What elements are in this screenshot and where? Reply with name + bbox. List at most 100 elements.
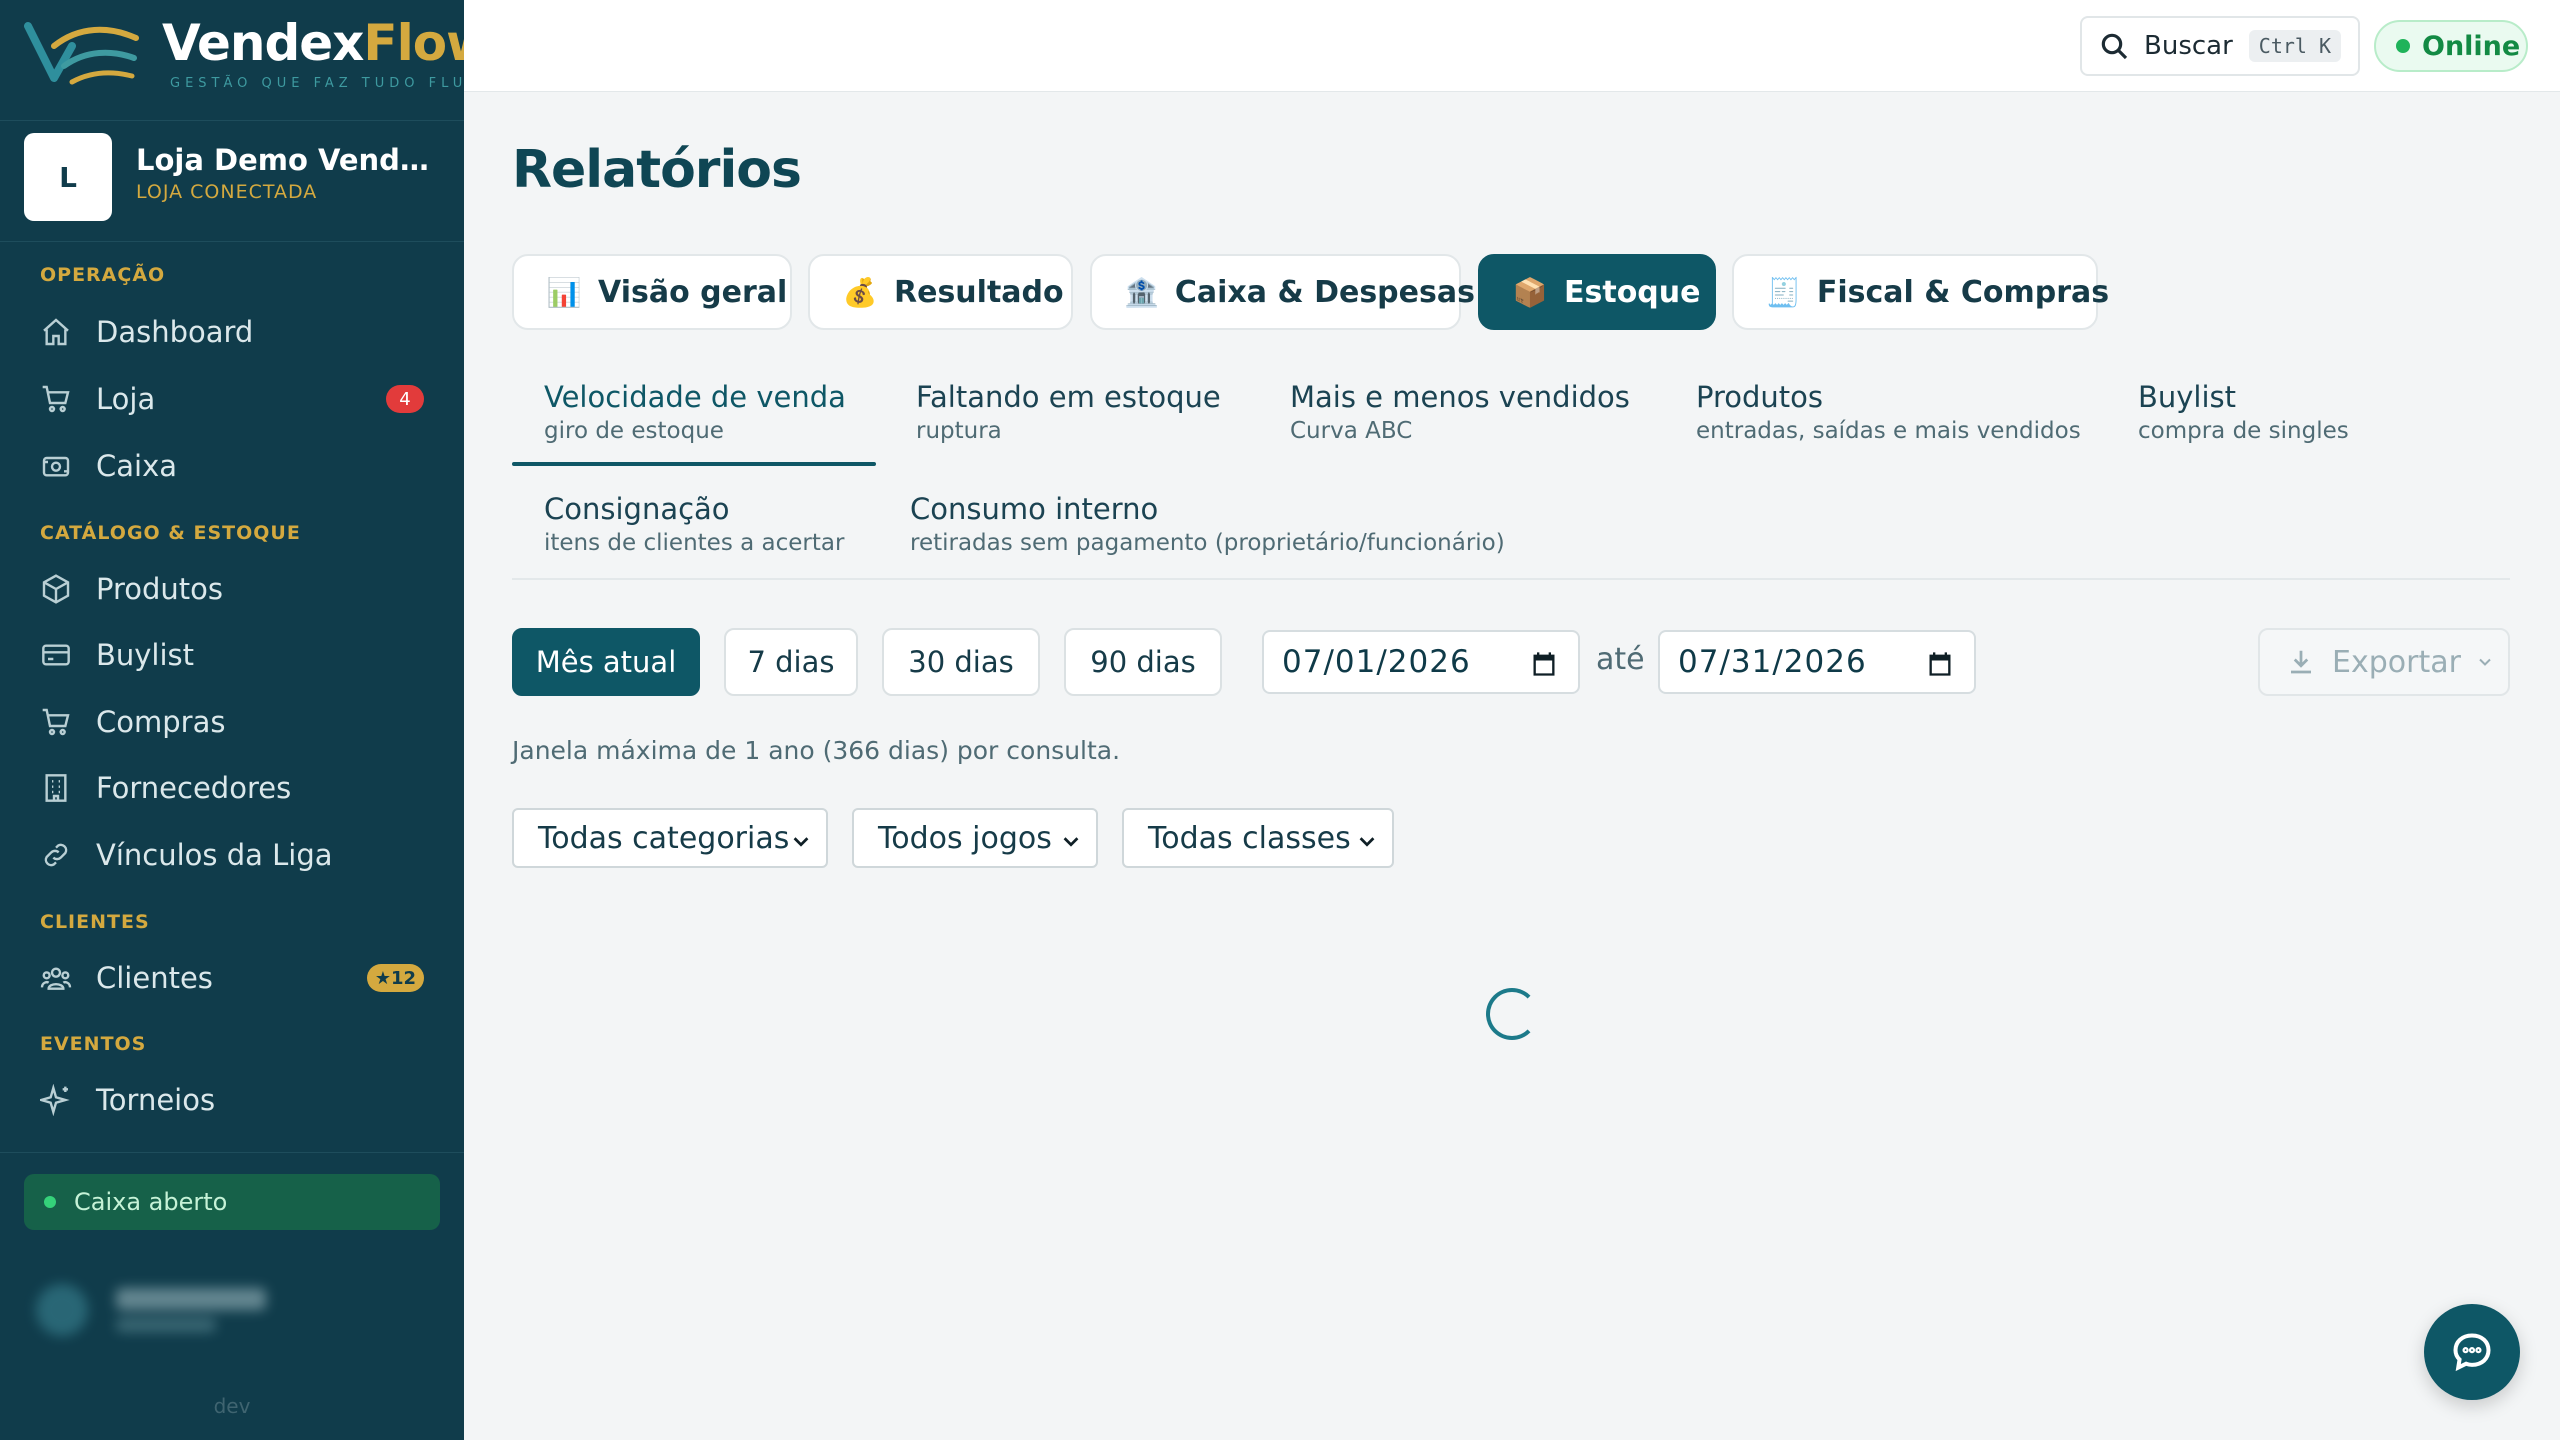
cash-register-icon — [38, 448, 74, 484]
sidebar-item-caixa[interactable]: Caixa — [24, 438, 440, 494]
category-select[interactable]: Todas categorias — [512, 808, 828, 868]
connection-status-badge: Online — [2374, 20, 2528, 72]
chevron-down-icon — [793, 837, 809, 847]
user-role-placeholder — [116, 1318, 216, 1332]
avatar — [36, 1284, 88, 1336]
tab-fiscal-compras[interactable]: 🧾 Fiscal & Compras — [1732, 254, 2109, 330]
period-chip-7-dias[interactable]: 7 dias — [724, 628, 858, 696]
subtab-faltando-em-estoque[interactable]: Faltando em estoque ruptura — [916, 380, 1221, 444]
sidebar-item-produtos[interactable]: Produtos — [24, 561, 440, 617]
chevron-down-icon — [1063, 837, 1079, 847]
sidebar-item-label: Clientes — [96, 961, 213, 995]
calendar-icon[interactable] — [1530, 650, 1558, 678]
sidebar-item-fornecedores[interactable]: Fornecedores — [24, 760, 440, 816]
topbar: Buscar Ctrl K Online — [464, 0, 2560, 92]
sidebar-item-label: Compras — [96, 705, 226, 739]
subtab-title: Velocidade de venda — [544, 380, 846, 414]
chat-button[interactable] — [2424, 1304, 2520, 1400]
subtab-title: Buylist — [2138, 380, 2237, 414]
cart-icon — [38, 704, 74, 740]
subtab-title: Mais e menos vendidos — [1290, 380, 1630, 414]
brand[interactable]: VendexFlow GESTÃO QUE FAZ TUDO FLUIR — [24, 14, 492, 94]
nav-section-operacao: OPERAÇÃO — [40, 264, 166, 286]
subtab-subtitle: ruptura — [916, 418, 1002, 444]
date-range-hint: Janela máxima de 1 ano (366 dias) por co… — [512, 736, 1121, 765]
subtab-produtos[interactable]: Produtos entradas, saídas e mais vendido… — [1696, 380, 2081, 444]
tab-label: Caixa & Despesas — [1174, 274, 1475, 310]
tab-resultado[interactable]: 💰 Resultado — [808, 254, 1073, 330]
sidebar-item-clientes[interactable]: Clientes ★12 — [24, 950, 440, 1006]
store-status: LOJA CONECTADA — [136, 181, 318, 203]
date-from-input[interactable]: 07/01/2026 — [1262, 630, 1580, 694]
sidebar-item-buylist[interactable]: Buylist — [24, 627, 440, 683]
cart-icon — [38, 381, 74, 417]
subtab-subtitle: entradas, saídas e mais vendidos — [1696, 418, 2081, 444]
chevron-down-icon — [2479, 658, 2491, 666]
subtab-subtitle: Curva ABC — [1290, 418, 1413, 444]
subtab-title: Consignação — [544, 492, 730, 526]
sidebar-item-loja[interactable]: Loja 4 — [24, 371, 440, 427]
box-icon — [38, 571, 74, 607]
card-icon — [38, 637, 74, 673]
sidebar-item-label: Caixa — [96, 449, 178, 483]
chart-icon: 📊 — [546, 275, 582, 309]
user-name-placeholder — [116, 1288, 266, 1310]
sidebar-item-torneios[interactable]: Torneios — [24, 1072, 440, 1128]
subtab-buylist[interactable]: Buylist compra de singles — [2138, 380, 2349, 444]
tab-estoque[interactable]: 📦 Estoque — [1478, 254, 1716, 330]
nav-section-eventos: EVENTOS — [40, 1033, 147, 1055]
export-button[interactable]: Exportar — [2258, 628, 2510, 696]
active-subtab-indicator — [512, 462, 876, 466]
cash-status-pill[interactable]: Caixa aberto — [24, 1174, 440, 1230]
tab-label: Fiscal & Compras — [1816, 274, 2110, 310]
tab-label: Resultado — [894, 274, 1064, 310]
building-icon — [38, 770, 74, 806]
bank-icon: 🏦 — [1124, 275, 1159, 309]
subtab-subtitle: itens de clientes a acertar — [544, 530, 845, 556]
subtab-subtitle: compra de singles — [2138, 418, 2349, 444]
subtab-mais-e-menos-vendidos[interactable]: Mais e menos vendidos Curva ABC — [1290, 380, 1630, 444]
period-chip-mes-atual[interactable]: Mês atual — [512, 628, 700, 696]
sidebar-item-label: Loja — [96, 382, 156, 416]
period-chip-30-dias[interactable]: 30 dias — [882, 628, 1040, 696]
user-profile-blurred[interactable] — [24, 1270, 440, 1350]
sidebar-divider — [0, 1152, 464, 1153]
store-avatar: L — [24, 133, 112, 221]
tab-label: Visão geral — [598, 274, 788, 310]
class-select[interactable]: Todas classes — [1122, 808, 1394, 868]
link-icon — [38, 837, 74, 873]
home-icon — [38, 314, 74, 350]
sidebar-item-label: Vínculos da Liga — [96, 838, 333, 872]
receipt-icon: 🧾 — [1766, 275, 1801, 309]
subtab-subtitle: retiradas sem pagamento (proprietário/fu… — [910, 530, 1505, 556]
status-dot-icon — [2396, 39, 2410, 53]
sidebar: VendexFlow GESTÃO QUE FAZ TUDO FLUIR L L… — [0, 0, 492, 1440]
sidebar-item-vinculos-da-liga[interactable]: Vínculos da Liga — [24, 827, 440, 883]
store-selector[interactable]: L Loja Demo VendexFl... LOJA CONECTADA — [0, 120, 464, 242]
sidebar-item-compras[interactable]: Compras — [24, 694, 440, 750]
date-to-input[interactable]: 07/31/2026 — [1658, 630, 1976, 694]
nav-section-catalogo: CATÁLOGO & ESTOQUE — [40, 522, 301, 544]
loading-spinner-icon — [1486, 988, 1538, 1040]
period-chip-90-dias[interactable]: 90 dias — [1064, 628, 1222, 696]
chat-bubble-icon — [2453, 1333, 2491, 1372]
subtab-velocidade-de-venda[interactable]: Velocidade de venda giro de estoque — [544, 380, 846, 444]
cash-status-label: Caixa aberto — [74, 1188, 228, 1216]
calendar-icon[interactable] — [1926, 650, 1954, 678]
package-icon: 📦 — [1512, 275, 1548, 309]
chevron-down-icon — [1359, 837, 1375, 847]
tab-caixa-despesas[interactable]: 🏦 Caixa & Despesas — [1090, 254, 1475, 330]
search-button[interactable]: Buscar Ctrl K — [2080, 16, 2360, 76]
subtab-consignacao[interactable]: Consignação itens de clientes a acertar — [544, 492, 844, 556]
class-select-value: Todas classes — [1148, 820, 1351, 856]
game-select-value: Todos jogos — [878, 820, 1052, 856]
sidebar-item-dashboard[interactable]: Dashboard — [24, 304, 440, 360]
subtab-title: Faltando em estoque — [916, 380, 1221, 414]
sidebar-item-label: Produtos — [96, 572, 224, 606]
brand-name: VendexFlow — [162, 14, 492, 72]
game-select[interactable]: Todos jogos — [852, 808, 1098, 868]
subtab-consumo-interno[interactable]: Consumo interno retiradas sem pagamento … — [910, 492, 1505, 556]
date-range-separator: até — [1596, 642, 1645, 677]
vendexflow-logo-icon — [24, 22, 139, 85]
tab-visao-geral[interactable]: 📊 Visão geral — [512, 254, 792, 330]
